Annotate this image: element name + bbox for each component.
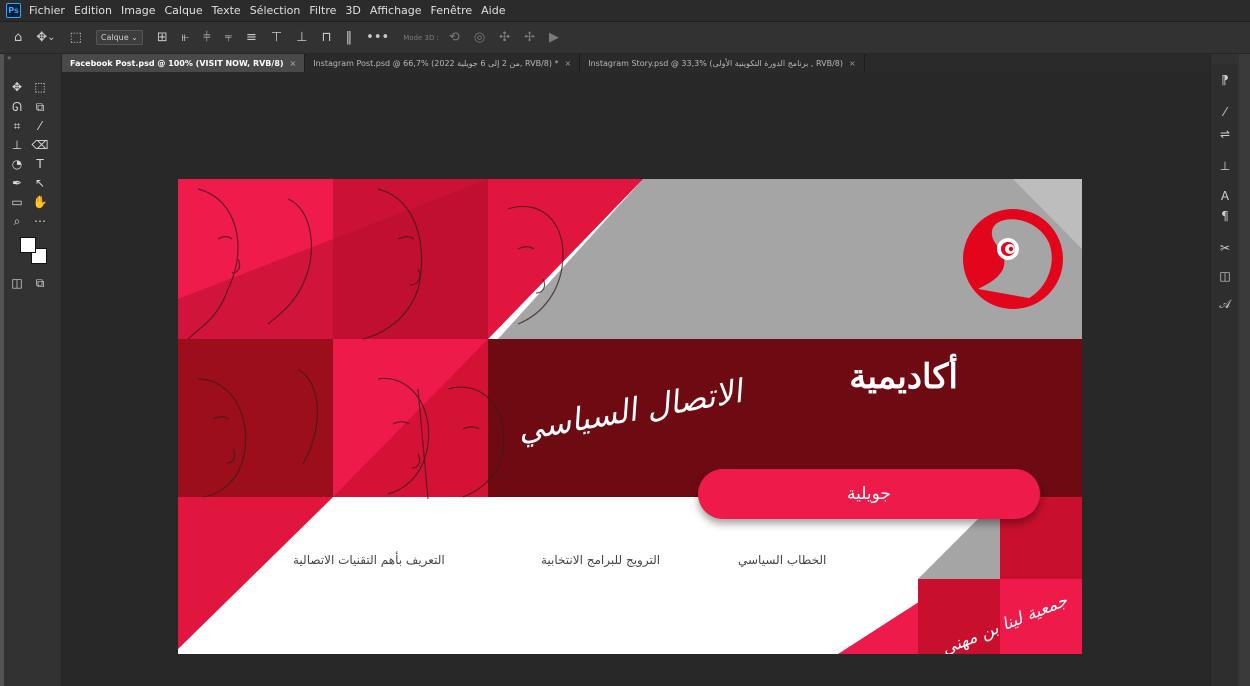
- canvas-area[interactable]: أكاديمية الاتصال السياسي جويلية الخطاب ا…: [62, 72, 1210, 686]
- roll-3d-icon[interactable]: ◎: [474, 30, 485, 45]
- adjustments-icon[interactable]: ⇌: [1217, 126, 1233, 142]
- quick-mask-icon[interactable]: ◫: [7, 274, 27, 292]
- tools-presets-icon[interactable]: ✂: [1217, 240, 1233, 256]
- paragraph-icon[interactable]: ¶: [1217, 208, 1233, 224]
- brush-settings-icon[interactable]: ⁄: [1217, 104, 1233, 120]
- month-pill-label: جويلية: [847, 484, 891, 504]
- tab-instagram-story[interactable]: Instagram Story.psd @ 33,3% (برنامج الدو…: [580, 54, 865, 72]
- menu-fenetre[interactable]: Fenêtre: [431, 4, 473, 17]
- align-top-icon[interactable]: ⊤: [271, 30, 282, 45]
- tab-label: Instagram Post.psd @ 66,7% (2022 من 2 إل…: [313, 58, 559, 68]
- align-center-icon[interactable]: ⫩: [203, 30, 210, 45]
- screen-mode-icon[interactable]: ⧉: [30, 274, 50, 292]
- layer-select-dropdown[interactable]: Calque ⌄: [95, 30, 143, 45]
- tab-facebook-post[interactable]: Facebook Post.psd @ 100% (VISIT NOW, RVB…: [62, 54, 306, 72]
- foreground-color-swatch[interactable]: [20, 237, 36, 253]
- auto-select-icon[interactable]: ⬚: [70, 30, 82, 45]
- align-bottom-icon[interactable]: ⊓: [322, 30, 332, 45]
- association-logo: [963, 209, 1063, 309]
- panel-dock: « ⁋ ⁄ ⇌ ⊥ A ¶ ✂ ◫ 𝒜: [1210, 54, 1250, 686]
- more-options-button[interactable]: •••: [366, 30, 389, 45]
- type-tool-icon[interactable]: T: [30, 155, 50, 173]
- menu-affichage[interactable]: Affichage: [370, 4, 422, 17]
- crop-tool-icon[interactable]: ⌗: [7, 117, 27, 135]
- marquee-tool-icon[interactable]: ⬚: [30, 78, 50, 96]
- navigator-icon[interactable]: ◫: [1217, 268, 1233, 284]
- close-icon[interactable]: ×: [849, 59, 856, 68]
- rectangle-tool-icon[interactable]: ▭: [7, 193, 27, 211]
- history-icon[interactable]: ⁋: [1217, 72, 1233, 88]
- hand-tool-icon[interactable]: ✋: [30, 193, 50, 211]
- photoshop-logo: Ps: [6, 3, 21, 18]
- move-tool-icon[interactable]: ✥ ⌄: [36, 30, 55, 45]
- topic-item[interactable]: الترويج للبرامج الانتخابية: [541, 553, 660, 567]
- artboard[interactable]: أكاديمية الاتصال السياسي جويلية الخطاب ا…: [178, 179, 1082, 654]
- close-icon[interactable]: ×: [290, 59, 297, 68]
- path-select-tool-icon[interactable]: ↖: [30, 174, 50, 192]
- document-tabs: Facebook Post.psd @ 100% (VISIT NOW, RVB…: [62, 54, 1210, 72]
- camera-3d-icon[interactable]: ▶: [549, 30, 559, 45]
- mode-3d-label: Mode 3D :: [403, 33, 439, 42]
- align-middle-icon[interactable]: ⊥: [296, 30, 307, 45]
- home-icon[interactable]: ⌂: [14, 30, 22, 45]
- stamp-tool-icon[interactable]: ⊥: [7, 136, 27, 154]
- topic-item[interactable]: التعريف بأهم التقنيات الاتصالية: [293, 553, 445, 567]
- tools-panel: « ✥ ⬚ ᘏ ⧉ ⌗ ⁄ ⊥ ⌫ ◔ T ✒ ↖ ▭ ✋ ⌕ ⋯ ◫ ⧉: [4, 54, 62, 686]
- panel-edge[interactable]: [1239, 54, 1250, 686]
- properties-icon[interactable]: ⊥: [1217, 158, 1233, 174]
- lasso-tool-icon[interactable]: ᘏ: [7, 98, 27, 116]
- topic-item[interactable]: الخطاب السياسي: [738, 553, 826, 567]
- move-tool-icon[interactable]: ✥: [7, 78, 27, 96]
- more-tools-icon[interactable]: ⋯: [30, 212, 50, 230]
- glyphs-icon[interactable]: 𝒜: [1217, 296, 1233, 312]
- orbit-3d-icon[interactable]: ⟲: [449, 30, 460, 45]
- menu-fichier[interactable]: Fichier: [29, 4, 65, 17]
- align-right-icon[interactable]: ⫧: [225, 30, 232, 45]
- menu-image[interactable]: Image: [121, 4, 155, 17]
- character-icon[interactable]: A: [1217, 188, 1233, 204]
- layer-select-value: Calque: [100, 33, 129, 42]
- tab-label: Facebook Post.psd @ 100% (VISIT NOW, RVB…: [70, 58, 284, 68]
- menu-3d[interactable]: 3D: [345, 4, 360, 17]
- menu-texte[interactable]: Texte: [212, 4, 241, 17]
- distribute-icon[interactable]: ≡: [246, 30, 257, 45]
- transform-controls-icon[interactable]: ⊞: [157, 30, 168, 45]
- tab-label: Instagram Story.psd @ 33,3% (برنامج الدو…: [588, 58, 844, 68]
- menu-selection[interactable]: Sélection: [250, 4, 301, 17]
- slide-3d-icon[interactable]: ✢: [524, 30, 535, 45]
- menu-bar: Ps Fichier Edition Image Calque Texte Sé…: [0, 0, 1250, 22]
- menu-aide[interactable]: Aide: [481, 4, 505, 17]
- face-tile-4: [178, 339, 333, 497]
- pen-tool-icon[interactable]: ✒: [7, 174, 27, 192]
- menu-edition[interactable]: Edition: [74, 4, 112, 17]
- menu-calque[interactable]: Calque: [164, 4, 202, 17]
- month-pill[interactable]: جويلية: [698, 469, 1040, 519]
- eyedropper-tool-icon[interactable]: ⁄: [30, 117, 50, 135]
- dodge-tool-icon[interactable]: ◔: [7, 155, 27, 173]
- options-bar: ⌂ ✥ ⌄ ⬚ Calque ⌄ ⊞ ⫦ ⫩ ⫧ ≡ ⊤ ⊥ ⊓ ‖ ••• Mo…: [0, 22, 1250, 54]
- align-left-icon[interactable]: ⫦: [182, 30, 189, 45]
- zoom-tool-icon[interactable]: ⌕: [7, 212, 27, 230]
- collapse-icon[interactable]: «: [4, 54, 61, 64]
- headline-text[interactable]: أكاديمية: [849, 357, 958, 397]
- menu-filtre[interactable]: Filtre: [309, 4, 336, 17]
- logo-flag-star: [1008, 246, 1014, 252]
- eraser-tool-icon[interactable]: ⌫: [30, 136, 50, 154]
- close-icon[interactable]: ×: [565, 59, 572, 68]
- pan-3d-icon[interactable]: ✣: [499, 30, 510, 45]
- distribute-vertical-icon[interactable]: ‖: [346, 30, 353, 45]
- tab-instagram-post[interactable]: Instagram Post.psd @ 66,7% (2022 من 2 إل…: [305, 54, 581, 72]
- object-select-tool-icon[interactable]: ⧉: [30, 98, 50, 116]
